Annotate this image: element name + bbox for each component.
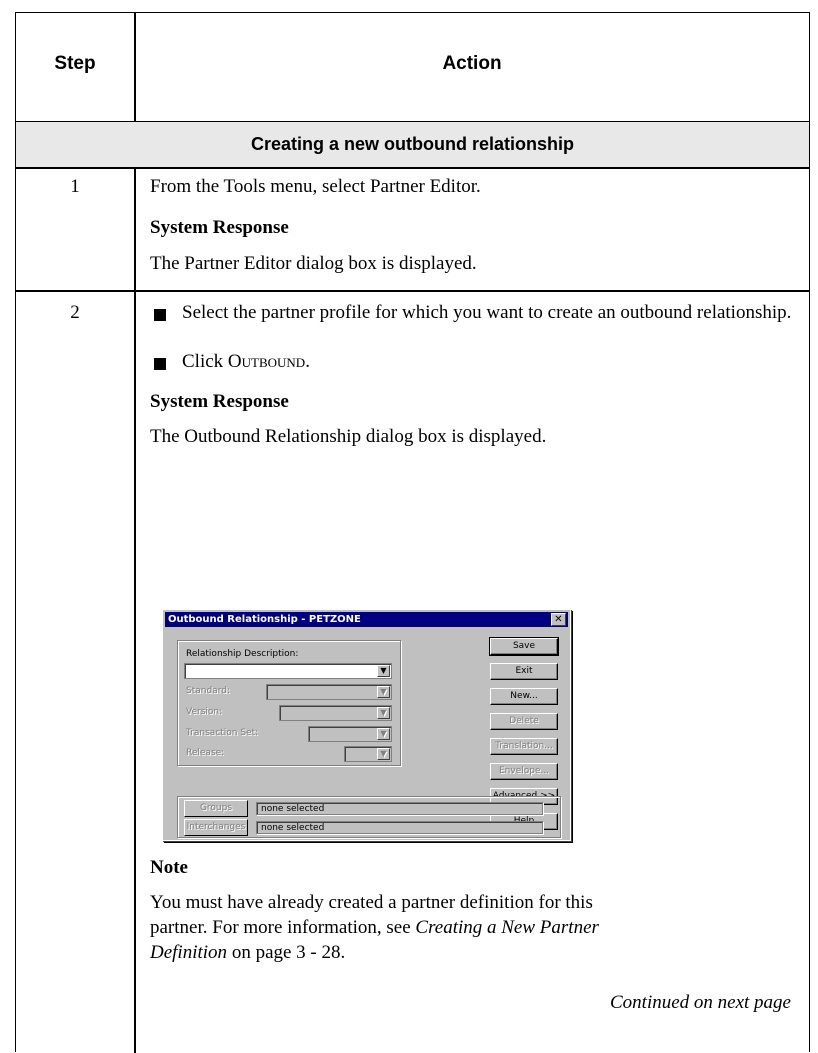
exit-button[interactable]: Exit <box>490 663 558 680</box>
section-title: Creating a new outbound relationship <box>250 134 574 154</box>
translation-button[interactable]: Translation... <box>490 738 558 755</box>
envelope-button[interactable]: Envelope... <box>490 763 558 780</box>
release-label: Release: <box>186 748 225 758</box>
step-1-instruction: From the Tools menu, select Partner Edit… <box>150 176 481 197</box>
bullet-1-icon <box>154 309 166 321</box>
groups-button[interactable]: Groups <box>184 800 248 817</box>
transaction-set-label: Transaction Set: <box>186 728 259 738</box>
step-1-number: 1 <box>70 176 80 197</box>
chevron-down-icon: ▼ <box>377 707 390 719</box>
note-heading: Note <box>150 857 188 878</box>
envelope-group: Groups none selected Interchanges none s… <box>177 796 561 838</box>
note-page-ref: on page 3 - 28. <box>227 942 346 963</box>
bullet-2-icon <box>154 358 166 370</box>
save-button[interactable]: Save <box>489 637 559 656</box>
version-select[interactable]: ▼ <box>279 705 392 721</box>
step-2-response-text: The Outbound Relationship dialog box is … <box>150 426 547 447</box>
chevron-down-icon: ▼ <box>377 665 390 677</box>
continued-notice: Continued on next page <box>610 992 791 1013</box>
step-1-response-text: The Partner Editor dialog box is display… <box>150 253 477 274</box>
procedure-table: Step Action Creating a new outbound rela… <box>15 12 810 1053</box>
standard-select[interactable]: ▼ <box>266 684 392 700</box>
note-line-1: You must have already created a partner … <box>150 892 593 913</box>
step-2-bullet-2: Click Outbound. <box>182 349 310 374</box>
note-reference-title: Creating a New Partner <box>415 917 599 938</box>
bullet-2-prefix: Click <box>182 351 228 372</box>
note-line-2: partner. For more information, see Creat… <box>150 915 599 940</box>
interchanges-field: none selected <box>256 821 543 834</box>
note-reference-title-cont: Definition <box>150 942 228 963</box>
groups-field: none selected <box>256 802 543 815</box>
note-line-2-text: partner. For more information, see <box>150 917 416 938</box>
chevron-down-icon: ▼ <box>377 728 390 740</box>
delete-button[interactable]: Delete <box>490 713 558 730</box>
outbound-keyword: Outbound <box>227 351 306 372</box>
relationship-description-select[interactable]: ▼ <box>184 663 392 679</box>
column-divider <box>134 13 136 1053</box>
note-line-3: Definition on page 3 - 28. <box>150 940 345 965</box>
header-action: Action <box>442 53 502 74</box>
relationship-description-label: Relationship Description: <box>186 649 299 659</box>
dialog-title: Outbound Relationship - PETZONE <box>168 614 361 625</box>
bullet-2-suffix: . <box>305 351 310 372</box>
chevron-down-icon: ▼ <box>377 748 390 760</box>
transaction-set-select[interactable]: ▼ <box>308 726 392 742</box>
step-2-number: 2 <box>70 302 80 323</box>
dialog-title-bar: Outbound Relationship - PETZONE ✕ <box>165 612 568 627</box>
close-icon[interactable]: ✕ <box>551 613 566 626</box>
release-select[interactable]: ▼ <box>344 746 392 762</box>
step-2-response-heading: System Response <box>150 391 289 412</box>
step-1-rule <box>16 290 809 292</box>
interchanges-button[interactable]: Interchanges <box>184 819 248 836</box>
version-label: Version: <box>186 707 223 717</box>
section-rule <box>16 167 809 169</box>
chevron-down-icon: ▼ <box>377 686 390 698</box>
section-row: Creating a new outbound relationship <box>16 122 809 167</box>
step-1-response-heading: System Response <box>150 217 289 238</box>
step-2-bullet-1: Select the partner profile for which you… <box>182 302 792 323</box>
new-button[interactable]: New... <box>490 688 558 705</box>
standard-label: Standard: <box>186 686 230 696</box>
outbound-relationship-dialog: Outbound Relationship - PETZONE ✕ Relati… <box>162 609 571 841</box>
relationship-group: Relationship Description: ▼ Standard: ▼ … <box>177 640 401 766</box>
header-step: Step <box>54 53 96 74</box>
